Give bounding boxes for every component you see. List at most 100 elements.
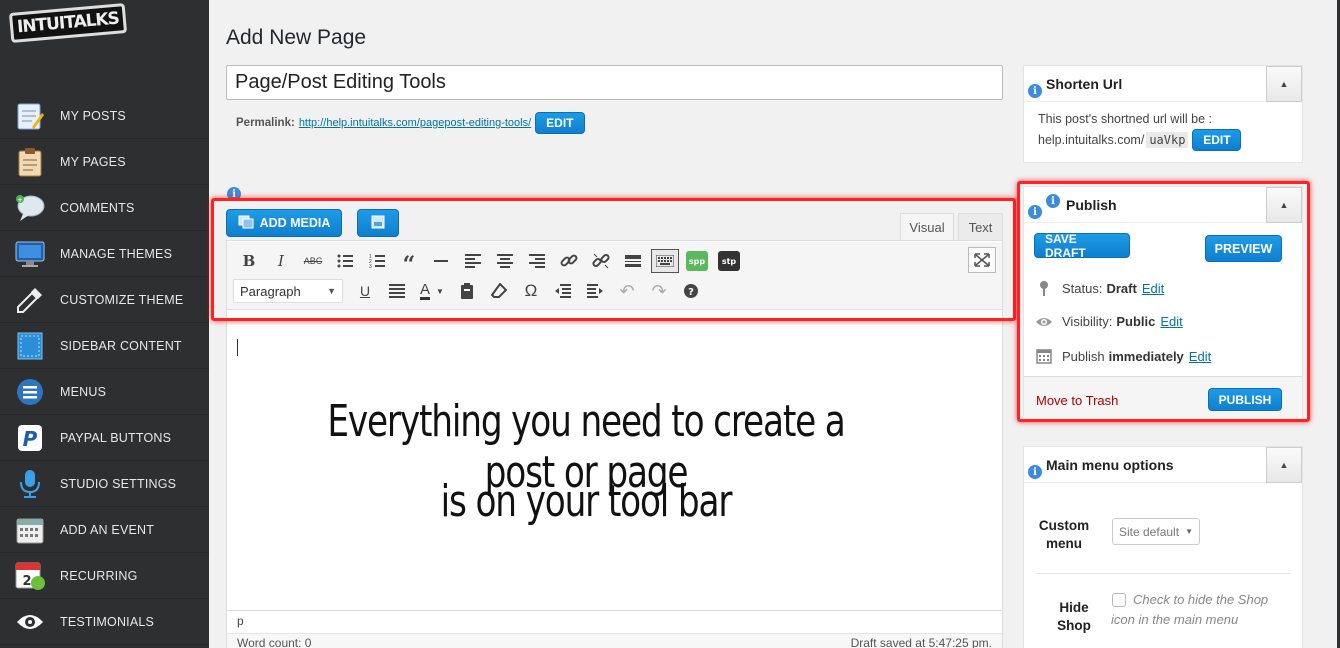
shorten-url-box: i Shorten Url ▲ This post's shortned url…: [1023, 65, 1303, 163]
sidebar-item-comments[interactable]: + COMMENTS: [0, 185, 209, 231]
sidebar-item-my-pages[interactable]: MY PAGES: [0, 139, 209, 185]
indent-icon[interactable]: [579, 277, 611, 305]
post-title-input[interactable]: Page/Post Editing Tools: [226, 65, 1003, 100]
sidebar-item-testimonials[interactable]: TESTIMONIALS: [0, 599, 209, 645]
hide-shop-checkbox[interactable]: [1112, 593, 1126, 607]
info-icon[interactable]: i: [1028, 465, 1042, 479]
stp-plugin-icon[interactable]: stp: [713, 247, 745, 275]
visibility-edit-link[interactable]: Edit: [1160, 314, 1182, 329]
add-media-button[interactable]: ADD MEDIA: [226, 209, 342, 237]
publish-box: i i Publish ▲ SAVE DRAFT PREVIEW Status:…: [1023, 186, 1303, 418]
sidebar-item-manage-themes[interactable]: MANAGE THEMES: [0, 231, 209, 277]
sidebar-item-studio-settings[interactable]: STUDIO SETTINGS: [0, 461, 209, 507]
fullscreen-icon[interactable]: [968, 247, 996, 273]
hide-shop-description: Check to hide the Shop icon in the main …: [1111, 592, 1269, 627]
element-path: p: [237, 614, 244, 628]
bold-icon[interactable]: B: [233, 247, 265, 275]
info-icon[interactable]: i: [227, 187, 241, 201]
publish-button[interactable]: PUBLISH: [1208, 388, 1282, 411]
sidebar-item-menus[interactable]: MENUS: [0, 369, 209, 415]
status-edit-link[interactable]: Edit: [1142, 281, 1164, 296]
media-gallery-button[interactable]: [357, 209, 399, 237]
hide-shop-label: Hide Shop: [1057, 600, 1091, 633]
main-menu-options-header[interactable]: i Main menu options ▲: [1024, 447, 1302, 483]
sidebar-item-label: COMMENTS: [60, 200, 135, 215]
link-icon[interactable]: [553, 247, 585, 275]
sidebar-item-my-posts[interactable]: MY POSTS: [0, 93, 209, 139]
shorten-url-row: help.intuitalks.com/ uaVkp EDIT: [1038, 129, 1242, 151]
page-title: Add New Page: [226, 26, 367, 49]
publish-header[interactable]: i i Publish ▲: [1024, 187, 1302, 223]
redo-icon[interactable]: ↷: [643, 277, 675, 305]
clear-formatting-icon[interactable]: [483, 277, 515, 305]
editor-content-line: is on your tool bar: [440, 476, 733, 527]
bullet-list-icon[interactable]: [329, 247, 361, 275]
align-right-icon[interactable]: [521, 247, 553, 275]
sidebar-item-customize-theme[interactable]: CUSTOMIZE THEME: [0, 277, 209, 323]
calendar-icon: [1034, 348, 1054, 364]
paste-text-icon[interactable]: [451, 277, 483, 305]
paypal-icon: P: [14, 422, 46, 454]
svg-text:3: 3: [369, 264, 372, 268]
strikethrough-icon[interactable]: ABC: [297, 247, 329, 275]
svg-text:P: P: [23, 427, 38, 451]
shorten-url-header[interactable]: i Shorten Url ▲: [1024, 66, 1302, 102]
justify-icon[interactable]: [381, 277, 413, 305]
toolbar-toggle-icon[interactable]: [651, 249, 679, 273]
info-icon[interactable]: i: [1046, 194, 1060, 208]
italic-icon[interactable]: I: [265, 247, 297, 275]
microphone-icon: [14, 468, 46, 500]
tab-text[interactable]: Text: [958, 213, 1003, 241]
word-count: Word count: 0: [237, 636, 312, 648]
spp-plugin-icon[interactable]: spp: [681, 247, 713, 275]
sidebar-item-sidebar-content[interactable]: SIDEBAR CONTENT: [0, 323, 209, 369]
special-character-icon[interactable]: Ω: [515, 277, 547, 305]
draft-saved-status: Draft saved at 5:47:25 pm.: [850, 636, 992, 648]
collapse-icon[interactable]: ▲: [1266, 447, 1302, 483]
sidebar-item-label: PAYPAL BUTTONS: [60, 430, 172, 445]
blockquote-icon[interactable]: “: [393, 247, 425, 278]
logo[interactable]: INTUITALKS: [8, 3, 128, 54]
sidebar-item-paypal-buttons[interactable]: P PAYPAL BUTTONS: [0, 415, 209, 461]
align-center-icon[interactable]: [489, 247, 521, 275]
permalink-link[interactable]: http://help.intuitalks.com/pagepost-edit…: [299, 117, 531, 129]
custom-menu-select[interactable]: Site default ▼: [1112, 518, 1200, 545]
tab-visual[interactable]: Visual: [900, 213, 954, 241]
info-icon[interactable]: i: [1028, 205, 1042, 219]
shorten-url-code: uaVkp: [1146, 132, 1189, 148]
move-to-trash-link[interactable]: Move to Trash: [1036, 393, 1118, 408]
shorten-url-edit-button[interactable]: EDIT: [1192, 129, 1242, 151]
sidebar-nav: MY POSTS MY PAGES + COMMENTS MANAGE THEM…: [0, 93, 209, 645]
publish-date-edit-link[interactable]: Edit: [1189, 349, 1211, 364]
sidebar-item-label: RECURRING: [60, 568, 138, 583]
permalink: Permalink: http://help.intuitalks.com/pa…: [236, 112, 585, 134]
clipboard-icon: [14, 146, 46, 178]
underline-icon[interactable]: U: [349, 277, 381, 305]
sidebar-item-recurring[interactable]: 2 RECURRING: [0, 553, 209, 599]
info-icon[interactable]: i: [1028, 84, 1042, 98]
align-left-icon[interactable]: [457, 247, 489, 275]
unlink-icon[interactable]: [585, 247, 617, 275]
collapse-icon[interactable]: ▲: [1266, 187, 1302, 223]
preview-button[interactable]: PREVIEW: [1205, 235, 1282, 262]
horizontal-line-icon[interactable]: [425, 247, 457, 275]
undo-icon[interactable]: ↶: [611, 277, 643, 305]
sidebar-item-label: STUDIO SETTINGS: [60, 476, 177, 491]
main-menu-options-title: Main menu options: [1046, 456, 1174, 473]
numbered-list-icon[interactable]: 123: [361, 247, 393, 275]
sidebar-item-label: MY POSTS: [60, 108, 126, 123]
format-select[interactable]: Paragraph ▼: [233, 279, 343, 303]
svg-text:+: +: [17, 196, 23, 204]
media-icon: [238, 215, 254, 232]
sidebar-item-add-an-event[interactable]: ADD AN EVENT: [0, 507, 209, 553]
text-color-icon[interactable]: A ▼: [413, 277, 451, 305]
outdent-icon[interactable]: [547, 277, 579, 305]
help-icon[interactable]: ?: [675, 277, 707, 305]
read-more-icon[interactable]: [617, 247, 649, 275]
collapse-icon[interactable]: ▲: [1266, 66, 1302, 102]
publish-date-label: Publish: [1062, 348, 1105, 364]
save-draft-button[interactable]: SAVE DRAFT: [1034, 232, 1130, 260]
permalink-edit-button[interactable]: EDIT: [535, 112, 585, 134]
calendar-icon: [14, 514, 46, 546]
sidebar-item-label: SIDEBAR CONTENT: [60, 338, 182, 353]
